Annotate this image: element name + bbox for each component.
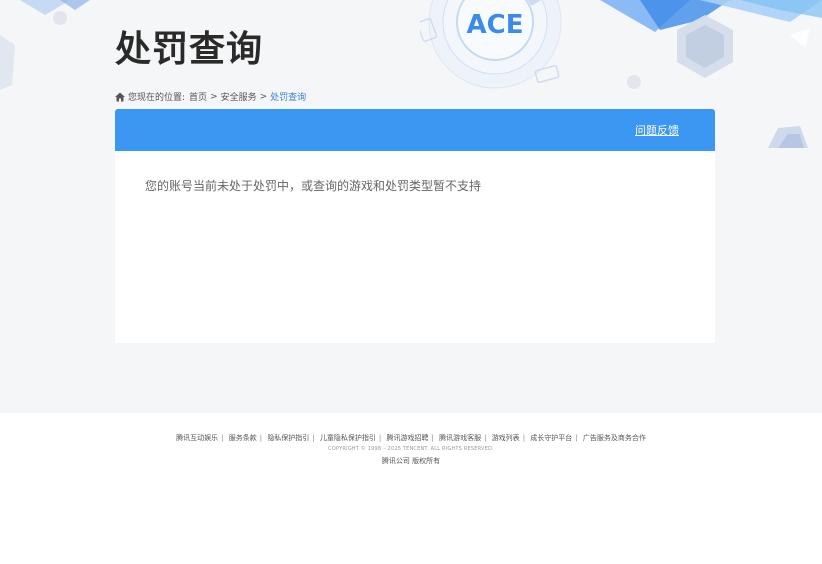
breadcrumb-home-link[interactable]: 首页: [189, 90, 207, 103]
company-text: 腾讯公司 版权所有: [381, 457, 441, 465]
panel-header: 问题反馈: [115, 109, 715, 151]
footer-link[interactable]: 游戏列表: [492, 434, 520, 442]
footer-link[interactable]: 服务条款: [229, 434, 257, 442]
feedback-link[interactable]: 问题反馈: [635, 122, 679, 138]
footer-link[interactable]: 广告服务及商务合作: [583, 434, 646, 442]
page-title: 处罚查询: [115, 29, 264, 70]
footer-link[interactable]: 腾讯游戏招聘: [387, 434, 429, 442]
breadcrumb-separator: >: [259, 91, 268, 102]
footer-link[interactable]: 腾讯互动娱乐: [176, 434, 218, 442]
copyright-text: COPYRIGHT © 1998 – 2025 TENCENT. ALL RIG…: [328, 446, 494, 452]
breadcrumb-current: 处罚查询: [270, 93, 307, 103]
footer-separator: |: [431, 434, 434, 442]
footer: 腾讯互动娱乐 | 服务条款 | 隐私保护指引 | 儿童隐私保护指引 | 腾讯游戏招聘 | …: [0, 413, 822, 466]
logo-text: ACE: [467, 10, 524, 40]
home-icon: [115, 92, 125, 101]
breadcrumb-security-link[interactable]: 安全服务: [221, 90, 257, 103]
ace-logo: ACE: [420, 0, 562, 89]
footer-link[interactable]: 腾讯游戏客服: [439, 434, 481, 442]
footer-separator: |: [378, 434, 382, 442]
footer-link[interactable]: 儿童隐私保护指引: [320, 434, 376, 442]
footer-separator: |: [312, 434, 315, 442]
footer-separator: |: [522, 434, 526, 442]
result-panel: 您的账号当前未处于处罚中，或查询的游戏和处罚类型暂不支持: [115, 151, 715, 343]
breadcrumb-prefix: 您现在的位置:: [128, 93, 186, 103]
footer-separator: |: [221, 434, 224, 442]
footer-separator: |: [575, 434, 578, 442]
footer-separator: |: [259, 434, 263, 442]
footer-link[interactable]: 成长守护平台: [530, 434, 572, 442]
result-message: 您的账号当前未处于处罚中，或查询的游戏和处罚类型暂不支持: [145, 179, 482, 193]
header-background: ACE 处罚查询 您现在的位置: 首页 > 安全服务 > 处罚查询 问题反馈 您…: [0, 0, 822, 413]
footer-links: 腾讯互动娱乐 | 服务条款 | 隐私保护指引 | 儿童隐私保护指引 | 腾讯游戏招聘 | …: [0, 433, 822, 443]
footer-separator: |: [484, 434, 487, 442]
footer-link[interactable]: 隐私保护指引: [267, 434, 309, 442]
breadcrumb: 您现在的位置: 首页 > 安全服务 > 处罚查询: [115, 90, 306, 103]
breadcrumb-separator: >: [210, 91, 218, 102]
